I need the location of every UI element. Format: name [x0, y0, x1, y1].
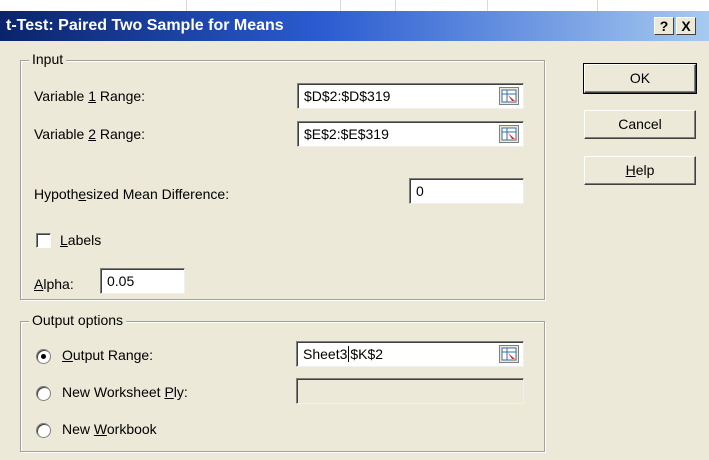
- hypothesized-mean-difference-label: Hypothesized Mean Difference:: [34, 186, 230, 202]
- help-button[interactable]: Help: [584, 156, 696, 185]
- output-range-value: Sheet3 $K$2: [303, 346, 384, 362]
- new-worksheet-ply-label[interactable]: New Worksheet Ply:: [62, 384, 188, 400]
- output-range-label[interactable]: Output Range:: [62, 347, 153, 363]
- variable-2-range-input[interactable]: $E$2:$E$319: [297, 121, 524, 147]
- new-workbook-label[interactable]: New Workbook: [62, 421, 157, 437]
- title-bar: t-Test: Paired Two Sample for Means ? X: [0, 11, 709, 41]
- ok-button[interactable]: OK: [583, 63, 697, 94]
- close-button[interactable]: X: [676, 17, 696, 35]
- ttest-dialog: t-Test: Paired Two Sample for Means ? X …: [0, 11, 709, 460]
- variable-1-range-input[interactable]: $D$2:$D$319: [297, 83, 524, 109]
- variable-1-range-value: $D$2:$D$319: [304, 88, 391, 104]
- hypothesized-mean-difference-value: 0: [416, 183, 424, 199]
- collapse-dialog-icon[interactable]: [499, 87, 519, 105]
- new-worksheet-ply-radio[interactable]: [36, 386, 51, 401]
- output-options-group: Output options Output Range: Sheet3 $K$2 …: [20, 312, 545, 452]
- input-group: Input Variable 1 Range: $D$2:$D$319 Vari…: [20, 51, 545, 300]
- context-help-button[interactable]: ?: [654, 17, 674, 35]
- labels-label[interactable]: Labels: [60, 232, 101, 248]
- new-workbook-radio[interactable]: [36, 423, 51, 438]
- output-range-input[interactable]: Sheet3 $K$2: [296, 341, 524, 367]
- input-group-title: Input: [29, 51, 67, 67]
- output-options-title: Output options: [29, 312, 127, 328]
- collapse-dialog-icon[interactable]: [499, 345, 519, 363]
- new-worksheet-ply-input[interactable]: [296, 378, 524, 404]
- alpha-input[interactable]: 0.05: [100, 268, 185, 294]
- alpha-label: Alpha:: [34, 276, 74, 292]
- output-range-radio[interactable]: [36, 349, 51, 364]
- variable-2-range-label: Variable 2 Range:: [34, 126, 146, 142]
- variable-1-range-label: Variable 1 Range:: [34, 88, 146, 104]
- variable-2-range-value: $E$2:$E$319: [304, 126, 389, 142]
- alpha-value: 0.05: [107, 273, 135, 289]
- labels-checkbox[interactable]: [36, 233, 51, 248]
- dialog-title: t-Test: Paired Two Sample for Means: [6, 17, 284, 34]
- cancel-button[interactable]: Cancel: [584, 110, 696, 139]
- hypothesized-mean-difference-input[interactable]: 0: [409, 178, 524, 204]
- radio-selected-dot: [41, 354, 46, 359]
- collapse-dialog-icon[interactable]: [499, 125, 519, 143]
